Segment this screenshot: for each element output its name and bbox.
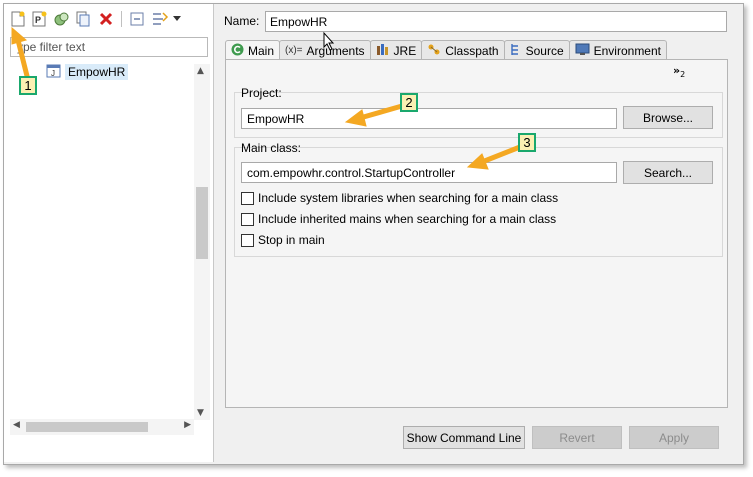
annotation-arrows	[11, 26, 523, 170]
mouse-cursor-icon	[323, 31, 335, 51]
annotation-callout-3: 3	[518, 133, 536, 152]
annotation-callout-2: 2	[400, 93, 418, 112]
annotation-callout-1: 1	[19, 76, 37, 95]
